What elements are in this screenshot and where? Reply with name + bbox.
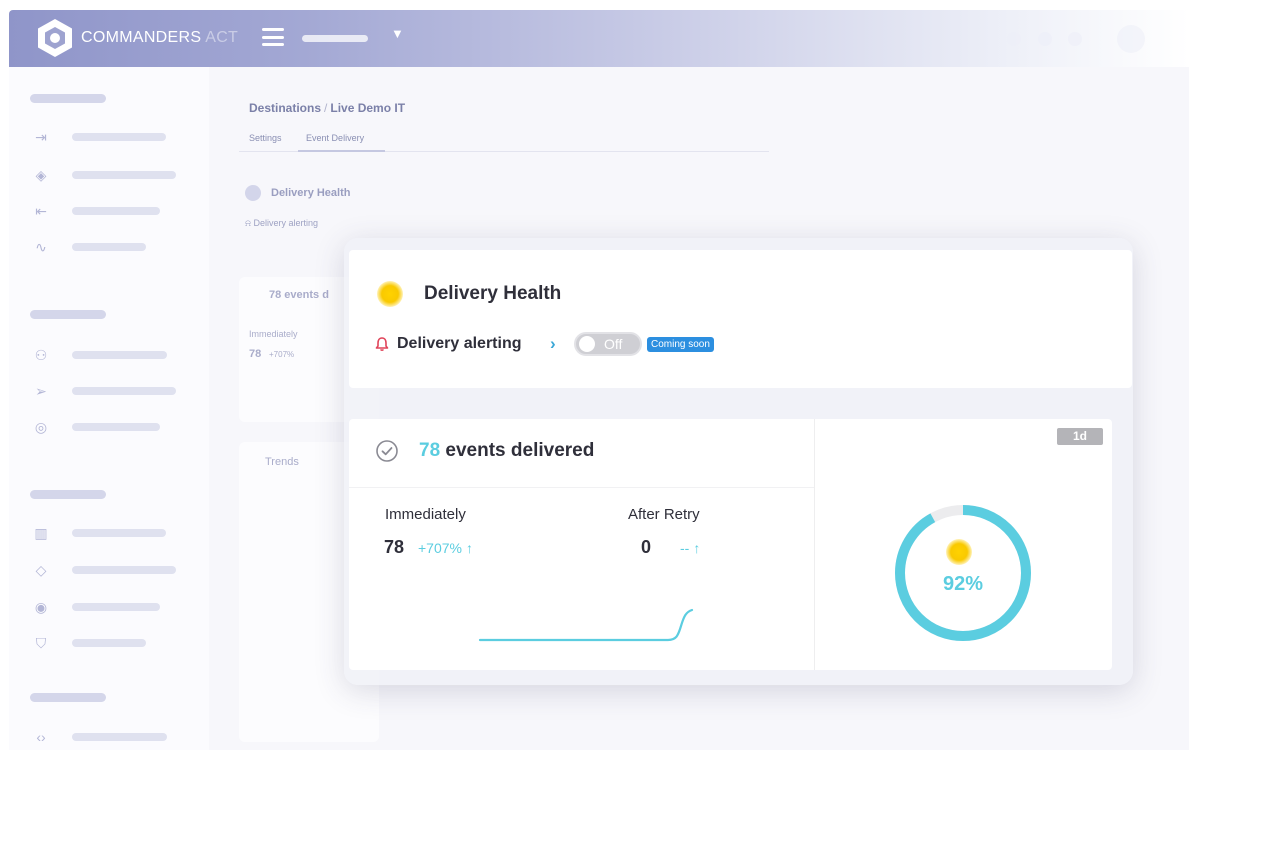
sidebar-section-heading bbox=[30, 310, 106, 319]
send-icon: ➢ bbox=[35, 383, 47, 399]
settings-icon[interactable] bbox=[1068, 32, 1082, 46]
events-count: 78 bbox=[419, 440, 441, 461]
delivery-sparkline bbox=[478, 608, 694, 642]
caret-down-icon[interactable]: ▼ bbox=[391, 26, 404, 41]
delivery-health-card: Delivery Health Delivery alerting › Off … bbox=[349, 250, 1132, 388]
after-retry-delta: -- ↑ bbox=[680, 540, 701, 556]
login-icon: ⇥ bbox=[35, 129, 47, 145]
target-icon: ◉ bbox=[34, 599, 48, 615]
sidebar-section-heading bbox=[30, 94, 106, 103]
sidebar-item-privacy[interactable]: ⛉ bbox=[31, 633, 201, 653]
tab-bar: Settings Event Delivery bbox=[249, 133, 386, 143]
toggle-knob bbox=[579, 336, 595, 352]
sidebar-item-activity[interactable]: ∿ bbox=[31, 237, 201, 257]
shield-icon: ⛉ bbox=[35, 635, 47, 651]
sidebar-item-destinations[interactable]: ⇤ bbox=[31, 201, 201, 221]
after-retry-label: After Retry bbox=[628, 506, 700, 523]
commanders-act-logo[interactable] bbox=[36, 18, 74, 58]
divider bbox=[814, 419, 815, 670]
alerting-toggle[interactable]: Off bbox=[574, 332, 642, 356]
sidebar-section-heading bbox=[30, 490, 106, 499]
bell-icon bbox=[375, 337, 389, 351]
sidebar-section-heading bbox=[30, 693, 106, 702]
after-retry-value: 0 bbox=[641, 537, 652, 557]
events-delivered-card: 78 events delivered Immediately 78 +707%… bbox=[349, 419, 1112, 670]
sun-icon bbox=[377, 281, 403, 307]
bg-delivery-health: Delivery Health bbox=[245, 185, 350, 201]
immediately-value: 78 bbox=[384, 537, 405, 557]
tab-event-delivery[interactable]: Event Delivery bbox=[306, 133, 364, 143]
toggle-label: Off bbox=[604, 336, 623, 352]
help-icon[interactable] bbox=[1038, 32, 1052, 46]
sidebar-item-analytics[interactable]: ▥ bbox=[31, 523, 201, 543]
arrow-up-icon: ↑ bbox=[465, 540, 473, 556]
arrow-up-icon: ↑ bbox=[693, 540, 701, 556]
workspace-selector[interactable] bbox=[302, 35, 368, 42]
sidebar-item-campaigns[interactable]: ➢ bbox=[31, 381, 201, 401]
immediately-delta: +707% ↑ bbox=[418, 540, 473, 556]
top-bar: COMMANDERS ACT ▼ bbox=[9, 10, 1189, 67]
user-avatar[interactable] bbox=[1117, 25, 1145, 53]
events-label: events delivered bbox=[445, 440, 595, 461]
sidebar-item-sources[interactable]: ⇥ bbox=[31, 127, 201, 147]
divider bbox=[349, 487, 814, 488]
sidebar-item-tags[interactable]: ◇ bbox=[31, 560, 201, 580]
breadcrumb-parent[interactable]: Destinations bbox=[249, 101, 321, 115]
sun-icon bbox=[946, 539, 972, 565]
activity-icon: ∿ bbox=[35, 239, 47, 255]
delivery-alerting-label[interactable]: Delivery alerting bbox=[397, 335, 522, 353]
active-tab-indicator bbox=[298, 150, 385, 152]
tag-icon: ◇ bbox=[35, 562, 47, 578]
delivery-health-title: Delivery Health bbox=[424, 283, 562, 304]
sidebar-item-layers[interactable]: ◈ bbox=[31, 165, 201, 185]
period-badge[interactable]: 1d bbox=[1057, 428, 1103, 445]
coming-soon-badge: Coming soon bbox=[647, 337, 714, 352]
logout-icon: ⇤ bbox=[35, 203, 47, 219]
chevron-right-icon[interactable]: › bbox=[550, 334, 556, 354]
sidebar-item-code[interactable]: ‹› bbox=[31, 727, 201, 747]
check-circle-icon bbox=[376, 440, 398, 462]
breadcrumb: Destinations / Live Demo IT bbox=[249, 101, 406, 115]
success-rate-value: 92% bbox=[942, 573, 984, 595]
sidebar: ⇥ ◈ ⇤ ∿ ⚇ ➢ ◎ ▥ ◇ ◉ ⛉ ‹› bbox=[9, 67, 209, 750]
events-delivered-title: 78 events delivered bbox=[419, 440, 594, 462]
layers-icon: ◈ bbox=[35, 167, 47, 183]
bg-delivery-alerting: ⍾ Delivery alerting bbox=[245, 218, 318, 228]
status-dot-icon bbox=[245, 185, 261, 201]
bar-chart-icon: ▥ bbox=[34, 525, 48, 541]
hamburger-menu-icon[interactable] bbox=[262, 28, 284, 46]
sidebar-item-identity[interactable]: ◎ bbox=[31, 417, 201, 437]
tab-settings[interactable]: Settings bbox=[249, 133, 282, 143]
sidebar-item-add-user[interactable]: ⚇ bbox=[31, 345, 201, 365]
immediately-label: Immediately bbox=[385, 506, 466, 523]
fingerprint-icon: ◎ bbox=[34, 419, 48, 435]
sidebar-item-targets[interactable]: ◉ bbox=[31, 597, 201, 617]
brand-name: COMMANDERS ACT bbox=[81, 29, 239, 46]
add-user-icon: ⚇ bbox=[34, 347, 48, 363]
notification-icon[interactable] bbox=[1007, 32, 1021, 46]
breadcrumb-current: Live Demo IT bbox=[330, 101, 406, 115]
code-icon: ‹› bbox=[36, 729, 46, 745]
